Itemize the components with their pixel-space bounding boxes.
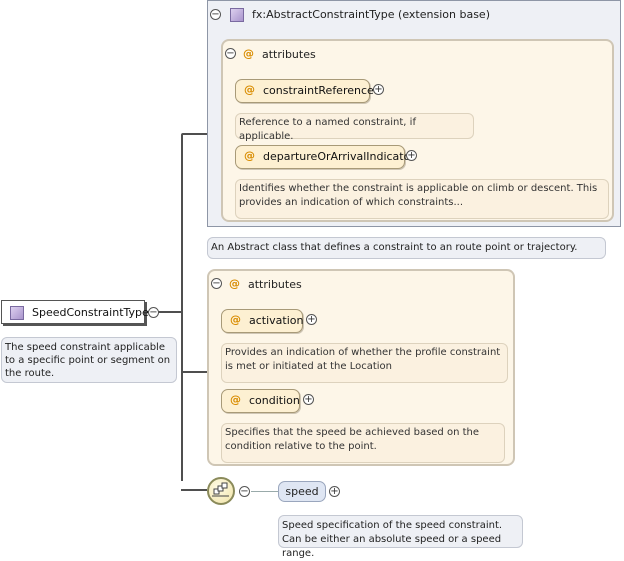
own-attributes-collapse-icon[interactable]: − (211, 278, 222, 289)
connector-seq-child (251, 491, 278, 492)
condition-expand-icon[interactable]: + (303, 394, 314, 405)
main-element-doc: The speed constraint applicable to a spe… (1, 337, 177, 383)
attribute-marker-icon: @ (230, 393, 241, 406)
attribute-activation[interactable]: @ activation (221, 309, 303, 333)
own-attributes-title: attributes (248, 278, 302, 291)
speed-expand-icon[interactable]: + (329, 486, 340, 497)
attribute-marker-icon: @ (244, 149, 255, 162)
main-collapse-icon[interactable]: − (148, 307, 159, 318)
connector-to-attributes (181, 371, 207, 373)
constraintReference-doc: Reference to a named constraint, if appl… (235, 113, 474, 142)
complex-type-icon (230, 8, 244, 22)
sequence-compositor-icon[interactable] (207, 477, 235, 505)
speed-constraint-type-box[interactable]: SpeedConstraintType (1, 300, 149, 324)
attribute-label: condition (249, 394, 300, 407)
base-attributes-collapse-icon[interactable]: − (225, 48, 236, 59)
departureOrArrivalIndicator-expand-icon[interactable]: + (406, 150, 417, 161)
attribute-constraintReference[interactable]: @ constraintReference (235, 79, 374, 103)
connector-trunk (181, 135, 183, 481)
attribute-label: departureOrArrivalIndicator (263, 150, 415, 163)
attribute-marker-icon: @ (243, 47, 254, 60)
attribute-label: activation (249, 314, 304, 327)
complex-type-icon (10, 306, 24, 320)
main-element-label: SpeedConstraintType (32, 306, 149, 319)
base-attributes-title: attributes (262, 48, 316, 61)
base-collapse-icon[interactable]: − (210, 9, 221, 20)
attribute-label: constraintReference (263, 84, 374, 97)
speed-element-box[interactable]: speed (278, 481, 326, 502)
attribute-departureOrArrivalIndicator[interactable]: @ departureOrArrivalIndicator (235, 145, 415, 169)
activation-doc: Provides an indication of whether the pr… (221, 343, 508, 383)
attribute-marker-icon: @ (244, 83, 255, 96)
attribute-marker-icon: @ (229, 277, 240, 290)
sequence-collapse-icon[interactable]: − (239, 486, 250, 497)
attribute-marker-icon: @ (230, 313, 241, 326)
constraintReference-expand-icon[interactable]: + (373, 84, 384, 95)
speed-element-doc: Speed specification of the speed constra… (278, 515, 523, 559)
condition-doc: Specifies that the speed be achieved bas… (221, 423, 505, 463)
departureOrArrivalIndicator-doc: Identifies whether the constraint is app… (235, 179, 609, 219)
activation-expand-icon[interactable]: + (306, 314, 317, 325)
connector-to-sequence (181, 489, 207, 491)
attribute-condition[interactable]: @ condition (221, 389, 300, 413)
sequence-glyph-icon (212, 482, 229, 497)
base-type-description: An Abstract class that defines a constra… (207, 237, 606, 259)
base-type-title: fx:AbstractConstraintType (extension bas… (252, 8, 490, 21)
